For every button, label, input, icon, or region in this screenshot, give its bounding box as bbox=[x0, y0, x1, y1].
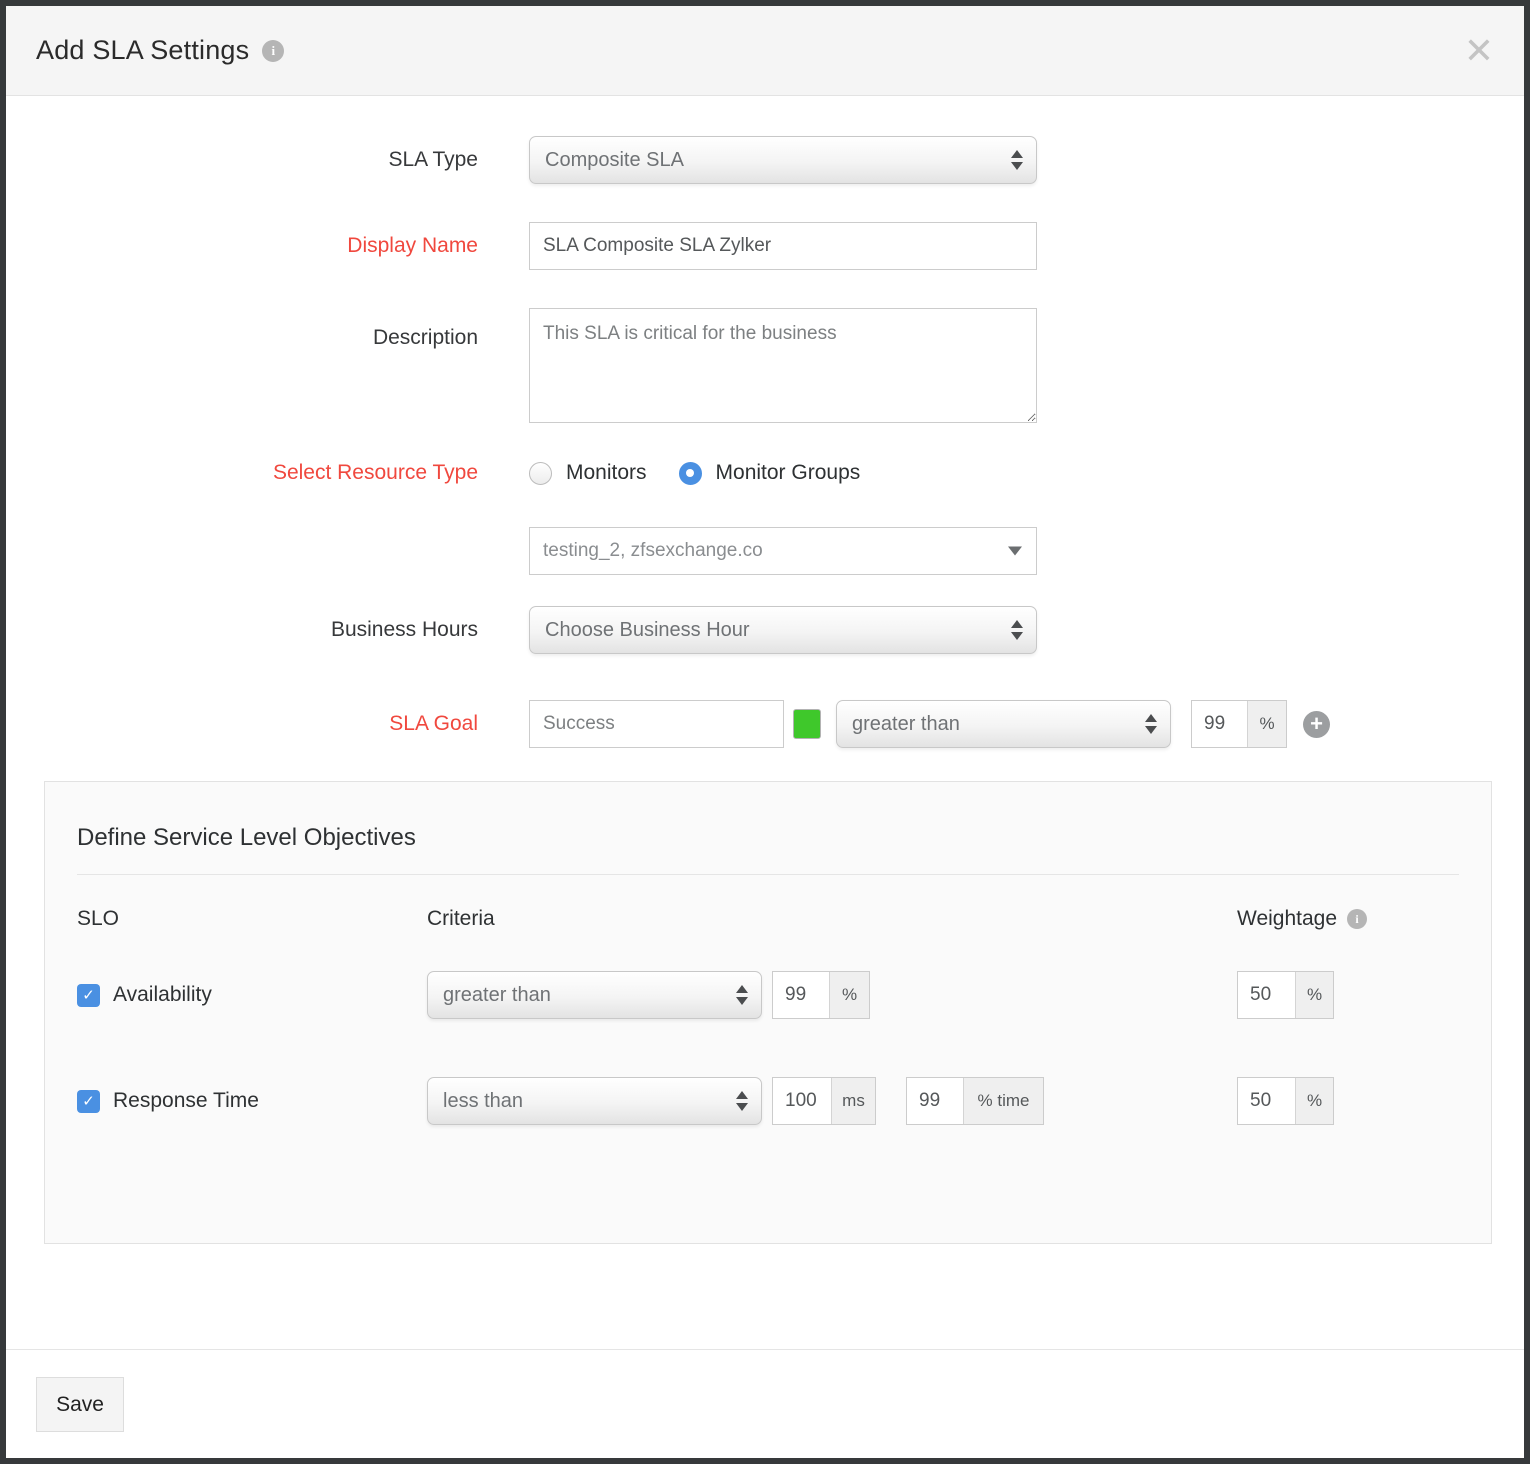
sla-type-select[interactable]: Composite SLA bbox=[529, 136, 1037, 184]
sla-goal-threshold-input[interactable] bbox=[1192, 701, 1247, 747]
response-time-percent-group: % time bbox=[906, 1077, 1044, 1125]
availability-checkbox[interactable]: ✓ bbox=[77, 984, 100, 1007]
description-row: Description This SLA is critical for the… bbox=[6, 308, 1524, 423]
caret-down-icon bbox=[1008, 547, 1022, 556]
response-time-ms-input[interactable] bbox=[773, 1078, 831, 1124]
availability-threshold-group: % bbox=[772, 971, 870, 1019]
weightage-info-icon[interactable]: i bbox=[1347, 909, 1367, 929]
description-textarea[interactable]: This SLA is critical for the business bbox=[529, 308, 1037, 423]
response-time-weightage-input[interactable] bbox=[1238, 1078, 1295, 1124]
monitor-groups-radio[interactable] bbox=[679, 462, 702, 485]
display-name-label: Display Name bbox=[6, 234, 478, 258]
title-info-icon[interactable]: i bbox=[262, 40, 284, 62]
resource-type-row: Select Resource Type Monitors Monitor Gr… bbox=[6, 461, 1524, 485]
availability-threshold-input[interactable] bbox=[773, 972, 829, 1018]
select-spinner-icon bbox=[1011, 150, 1023, 170]
sla-goal-label: SLA Goal bbox=[6, 712, 478, 736]
business-hours-selected-value: Choose Business Hour bbox=[545, 619, 750, 642]
availability-weightage-input[interactable] bbox=[1238, 972, 1295, 1018]
slo-column-header: SLO bbox=[77, 907, 427, 931]
radio-dot bbox=[686, 469, 694, 477]
availability-weightage-group: % bbox=[1237, 971, 1334, 1019]
monitor-groups-radio-label[interactable]: Monitor Groups bbox=[716, 461, 861, 485]
percent-unit-label: % bbox=[1295, 1078, 1333, 1124]
add-sla-settings-dialog: Add SLA Settings i ✕ SLA Type Composite … bbox=[0, 0, 1530, 1464]
add-goal-icon[interactable]: + bbox=[1303, 711, 1330, 738]
monitors-radio[interactable] bbox=[529, 462, 552, 485]
dialog-header: Add SLA Settings i ✕ bbox=[6, 6, 1524, 96]
response-time-label: Response Time bbox=[113, 1089, 259, 1113]
slo-section: Define Service Level Objectives SLO Crit… bbox=[44, 781, 1492, 1244]
response-time-weightage-group: % bbox=[1237, 1077, 1334, 1125]
sla-goal-metric-input[interactable] bbox=[529, 700, 784, 748]
response-time-condition-select[interactable]: less than bbox=[427, 1077, 762, 1125]
percent-unit-label: % bbox=[1247, 701, 1286, 747]
availability-label: Availability bbox=[113, 983, 212, 1007]
monitors-radio-label[interactable]: Monitors bbox=[566, 461, 647, 485]
description-label: Description bbox=[6, 308, 478, 350]
sla-goal-condition-select[interactable]: greater than bbox=[836, 700, 1171, 748]
response-time-percent-input[interactable] bbox=[907, 1078, 963, 1124]
availability-condition-select[interactable]: greater than bbox=[427, 971, 762, 1019]
availability-condition-value: greater than bbox=[443, 984, 551, 1007]
divider bbox=[77, 874, 1459, 875]
save-button[interactable]: Save bbox=[36, 1377, 124, 1432]
percent-time-unit-label: % time bbox=[963, 1078, 1043, 1124]
response-time-ms-group: ms bbox=[772, 1077, 876, 1125]
sla-goal-threshold-group: % bbox=[1191, 700, 1287, 748]
sla-type-row: SLA Type Composite SLA bbox=[6, 136, 1524, 184]
percent-unit-label: % bbox=[1295, 972, 1333, 1018]
select-spinner-icon bbox=[1011, 620, 1023, 640]
display-name-row: Display Name bbox=[6, 222, 1524, 270]
dialog-body: SLA Type Composite SLA Display Name Desc… bbox=[6, 96, 1524, 1244]
select-spinner-icon bbox=[736, 1091, 748, 1111]
status-color-swatch bbox=[793, 709, 821, 739]
weightage-column-header: Weightage bbox=[1237, 907, 1337, 931]
response-time-checkbox[interactable]: ✓ bbox=[77, 1090, 100, 1113]
sla-goal-row: SLA Goal greater than % + bbox=[6, 700, 1524, 748]
slo-section-title: Define Service Level Objectives bbox=[77, 824, 1459, 852]
sla-goal-condition-value: greater than bbox=[852, 713, 960, 736]
display-name-input[interactable] bbox=[529, 222, 1037, 270]
percent-unit-label: % bbox=[829, 972, 869, 1018]
slo-header-row: SLO Criteria Weightage i bbox=[77, 907, 1459, 931]
select-spinner-icon bbox=[1145, 714, 1157, 734]
resource-type-label: Select Resource Type bbox=[6, 461, 478, 485]
slo-row-response-time: ✓ Response Time less than ms % bbox=[77, 1077, 1459, 1125]
business-hours-label: Business Hours bbox=[6, 618, 478, 642]
sla-type-selected-value: Composite SLA bbox=[545, 149, 684, 172]
monitor-groups-selected-value: testing_2, zfsexchange.co bbox=[543, 540, 763, 562]
dialog-footer: Save bbox=[6, 1349, 1524, 1458]
select-spinner-icon bbox=[736, 985, 748, 1005]
sla-type-label: SLA Type bbox=[6, 148, 478, 172]
dialog-title: Add SLA Settings bbox=[36, 35, 249, 66]
response-time-condition-value: less than bbox=[443, 1090, 523, 1113]
business-hours-row: Business Hours Choose Business Hour bbox=[6, 606, 1524, 654]
monitor-groups-dropdown[interactable]: testing_2, zfsexchange.co bbox=[529, 527, 1037, 575]
close-icon[interactable]: ✕ bbox=[1464, 33, 1494, 69]
criteria-column-header: Criteria bbox=[427, 907, 1237, 931]
slo-row-availability: ✓ Availability greater than % bbox=[77, 971, 1459, 1019]
business-hours-select[interactable]: Choose Business Hour bbox=[529, 606, 1037, 654]
monitor-groups-row: testing_2, zfsexchange.co bbox=[6, 527, 1524, 575]
ms-unit-label: ms bbox=[831, 1078, 875, 1124]
